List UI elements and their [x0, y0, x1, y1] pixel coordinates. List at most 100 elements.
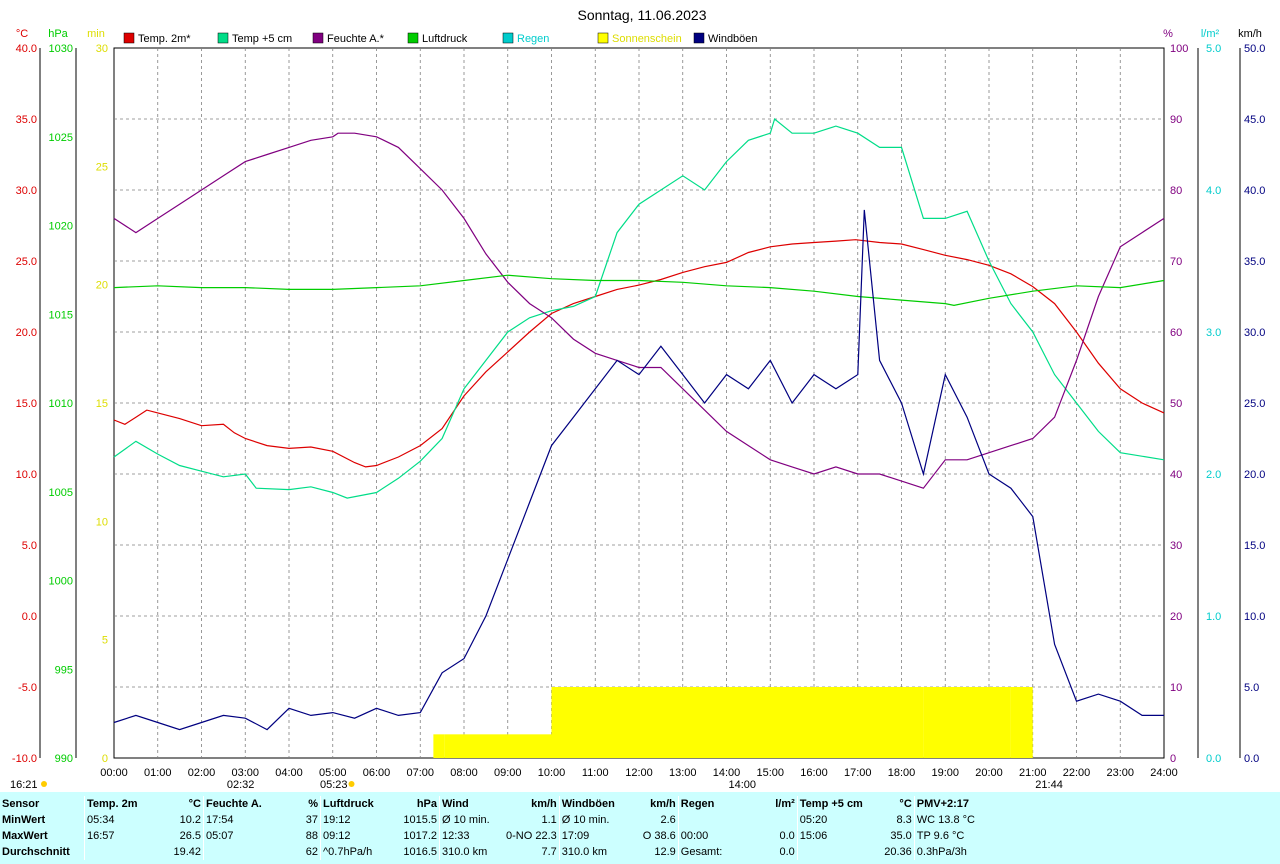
x-tick: 23:00: [1106, 767, 1134, 779]
rain-tick: 4.0: [1206, 185, 1221, 197]
chart-legend: Temp. 2m* Temp +5 cm Feuchte A.* Luftdruck R…: [123, 32, 758, 45]
x-tick: 13:00: [669, 767, 697, 779]
pressure-tick: 1030: [49, 43, 73, 55]
x-tick: 15:00: [756, 767, 784, 779]
sunshine-bars: [433, 687, 1033, 758]
temp2m-min-time: 05:34: [84, 812, 149, 828]
gusts-header: Windböen: [558, 796, 634, 812]
sun-tick: 0: [102, 753, 108, 765]
pressure-tick: 1010: [49, 398, 73, 410]
x-tick: 14:00: [713, 767, 741, 779]
row-label-min: MinWert: [2, 814, 46, 826]
sunrise-label: 05:23: [320, 779, 348, 791]
humidity-max-time: 05:07: [203, 828, 278, 844]
pressure-tick: 990: [55, 753, 73, 765]
pmv-line1: WC 13.8 °C: [913, 812, 1039, 828]
x-tick: 05:00: [319, 767, 347, 779]
x-tick: 17:00: [844, 767, 872, 779]
pmv-line2: TP 9.6 °C: [913, 828, 1039, 844]
pressure-header: Luftdruck: [320, 796, 387, 812]
legend-swatch-pressure: [407, 32, 419, 44]
pressure-tick: 1020: [49, 221, 73, 233]
temp5cm-max-val: 35.0: [890, 830, 912, 842]
legend-label-temp2m: Temp. 2m*: [138, 33, 191, 45]
temp-tick: -5.0: [18, 682, 37, 694]
legend-swatch-temp2m: [123, 32, 135, 44]
rain-min-empty-val: [745, 812, 798, 828]
gusts-max-time: 17:09: [558, 828, 634, 844]
x-tick: 00:00: [100, 767, 128, 779]
humidity-tick: 0: [1170, 753, 1176, 765]
humidity-tick: 20: [1170, 611, 1182, 623]
humidity-unit-label: %: [1163, 28, 1173, 40]
temp5cm-avg: 20.36: [884, 846, 912, 858]
pmv-header: PMV+2:17: [913, 796, 1039, 812]
pressure-tick: 1025: [49, 132, 73, 144]
temp5cm-max-time: 15:06: [796, 828, 868, 844]
humidity-min-time: 17:54: [203, 812, 278, 828]
x-tick: 09:00: [494, 767, 522, 779]
sunshine-bar: [551, 687, 924, 758]
temp2m-unit: °C: [188, 798, 201, 810]
sun-unit-label: min: [87, 28, 105, 40]
gusts-unit: km/h: [650, 798, 676, 810]
sun-tick: 25: [96, 161, 108, 173]
wind-tick: 30.0: [1244, 327, 1265, 339]
temp2m-header: Temp. 2m: [84, 796, 149, 812]
rain-tick: 3.0: [1206, 327, 1221, 339]
sunshine-bar: [923, 687, 954, 758]
sunshine-bar: [433, 734, 445, 758]
gusts-avg: 12.9: [654, 846, 676, 858]
gusts-max-value: 38.6: [654, 830, 676, 842]
humidity-tick: 40: [1170, 469, 1182, 481]
moon-icon: [41, 781, 47, 787]
rain-unit: l/m²: [775, 798, 795, 810]
temp-tick: 20.0: [16, 327, 37, 339]
pressure-avg: 1016.5: [403, 846, 437, 858]
row-label-sensor: Sensor: [2, 798, 40, 810]
wind-max-val: 0-NO 22.3: [504, 828, 559, 844]
temp-tick: 0.0: [22, 611, 37, 623]
legend-swatch-rain: [502, 32, 514, 44]
sunset-label: 21:44: [1035, 779, 1063, 791]
temp2m-avg-empty: [84, 844, 149, 860]
humidity-tick: 80: [1170, 185, 1182, 197]
humidity-tick: 60: [1170, 327, 1182, 339]
weather-chart: Sonntag, 11.06.2023 Temp. 2m* Temp +5 cm F…: [10, 7, 1265, 791]
stats-header-row: Sensor Temp. 2m °C Feuchte A. % Luftdruc…: [0, 796, 1039, 812]
wind-tick: 10.0: [1244, 611, 1265, 623]
wind-header: Wind: [439, 796, 504, 812]
wind-distance: 310.0 km: [439, 844, 504, 860]
x-tick: 10:00: [538, 767, 566, 779]
wind-tick: 35.0: [1244, 256, 1265, 268]
temp-tick: 5.0: [22, 540, 37, 552]
sun-tick: 30: [96, 43, 108, 55]
temp-tick: 25.0: [16, 256, 37, 268]
rain-header: Regen: [677, 796, 745, 812]
legend-swatch-humidity: [312, 32, 324, 44]
temp2m-max-val: 26.5: [179, 830, 201, 842]
wind-max-value: 22.3: [535, 830, 557, 842]
sunrise-icon: [348, 781, 355, 787]
wind-tick: 45.0: [1244, 114, 1265, 126]
rain-total: 0.0: [779, 846, 795, 858]
temp-tick: 10.0: [16, 469, 37, 481]
rain-total-label: Gesamt:: [677, 844, 745, 860]
temp5cm-unit: °C: [899, 798, 912, 810]
x-tick: 22:00: [1063, 767, 1091, 779]
temp-tick: 15.0: [16, 398, 37, 410]
pressure-min-val: 1015.5: [403, 814, 437, 826]
wind-tick: 0.0: [1244, 753, 1259, 765]
stats-max-row: MaxWert 16:57 26.5 05:07 88 09:12 1017.2…: [0, 828, 1039, 844]
wind-tick: 15.0: [1244, 540, 1265, 552]
rain-unit-label: l/m²: [1201, 28, 1220, 40]
sunshine-bar: [1010, 687, 1033, 758]
humidity-tick: 70: [1170, 256, 1182, 268]
row-label-max: MaxWert: [2, 830, 48, 842]
gusts-distance: 310.0 km: [558, 844, 634, 860]
wind-min-label: Ø 10 min.: [439, 812, 504, 828]
pressure-tick: 995: [55, 664, 73, 676]
row-label-avg: Durchschnitt: [2, 846, 70, 858]
pmv-line3: 0.3hPa/3h: [913, 844, 1039, 860]
humidity-unit: %: [308, 798, 318, 810]
